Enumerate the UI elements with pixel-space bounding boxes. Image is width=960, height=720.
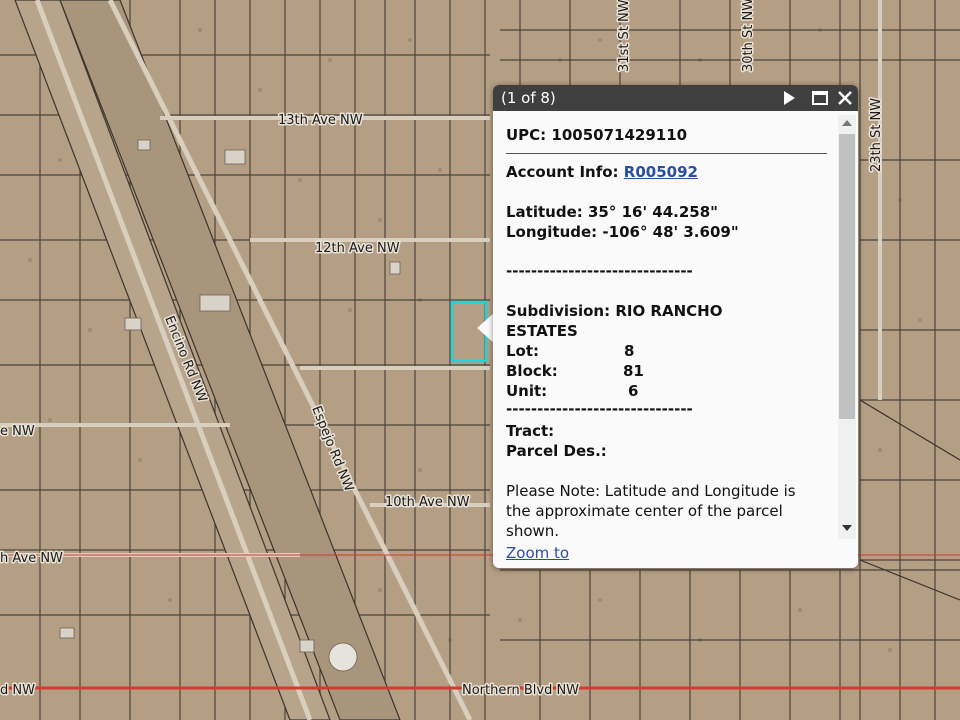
subdivision-value-cont: ESTATES [506,322,578,340]
popup-header: (1 of 8) [493,85,858,111]
scroll-up-icon[interactable] [842,120,852,126]
popup-content[interactable]: UPC: 1005071429110 Account Info: R005092… [506,111,836,566]
separator-2: ------------------------------ [506,400,693,418]
latitude-row: Latitude: 35° 16' 44.258" [506,202,718,222]
road-label-12th-ave: 12th Ave NW [315,241,400,256]
subdivision-label: Subdivision: [506,302,611,320]
road-label-espejo-rd: Espejo Rd NW [308,404,356,494]
road-label-23th-st: 23th St NW [869,98,884,172]
unit-value: 6 [628,382,639,400]
lot-row: Lot: 8 [506,341,706,361]
unit-row: Unit: 6 [506,381,706,401]
header-divider [506,153,827,154]
account-row: Account Info: R005092 [506,162,698,182]
block-value: 81 [623,362,644,380]
account-link[interactable]: R005092 [624,163,698,181]
parcel-des-label: Parcel Des.: [506,442,607,460]
road-label-13th-ave: 13th Ave NW [278,113,363,128]
longitude-label: Longitude: [506,223,598,241]
road-label-northern-blvd: Northern Blvd NW [462,683,579,698]
separator-1: ------------------------------ [506,262,693,280]
upc-row: UPC: 1005071429110 [506,125,687,145]
note-line-2: the approximate center of the parcel [506,502,783,520]
subdivision-value: RIO RANCHO [615,302,723,320]
tract-label: Tract: [506,422,555,440]
note-line-3: shown. [506,522,560,540]
block-label: Block: [506,362,558,380]
zoom-to-link[interactable]: Zoom to [506,543,569,563]
road-label-31st-st: 31st St NW [617,0,632,72]
scroll-down-icon[interactable] [842,525,852,531]
scroll-thumb[interactable] [839,134,855,419]
road-label-partial-3: d NW [0,683,35,698]
road-label-partial-2: h Ave NW [0,551,63,566]
longitude-row: Longitude: -106° 48' 3.609" [506,222,739,242]
road-label-partial-1: e NW [0,424,35,439]
parcel-info-popup: (1 of 8) UPC: 1005071429110 Account Info… [493,85,858,568]
road-label-10th-ave: 10th Ave NW [385,495,470,510]
unit-label: Unit: [506,382,548,400]
upc-value: 1005071429110 [551,126,688,144]
latitude-label: Latitude: [506,203,583,221]
latitude-value: 35° 16' 44.258" [588,203,718,221]
block-row: Block: 81 [506,361,706,381]
popup-scrollbar[interactable] [838,115,856,539]
subdivision-row: Subdivision: RIO RANCHO [506,301,722,321]
longitude-value: -106° 48' 3.609" [602,223,739,241]
lot-value: 8 [624,342,635,360]
popup-counter: (1 of 8) [501,89,556,107]
note-line-1: Please Note: Latitude and Longitude is [506,482,796,500]
upc-label: UPC: [506,126,547,144]
highways [0,554,960,690]
road-label-30th-st: 30th St NW [741,0,756,72]
popup-pointer [477,313,494,343]
account-label: Account Info: [506,163,619,181]
maximize-icon[interactable] [811,89,829,107]
next-feature-icon[interactable] [780,89,798,107]
close-icon[interactable] [836,89,854,107]
lot-label: Lot: [506,342,540,360]
